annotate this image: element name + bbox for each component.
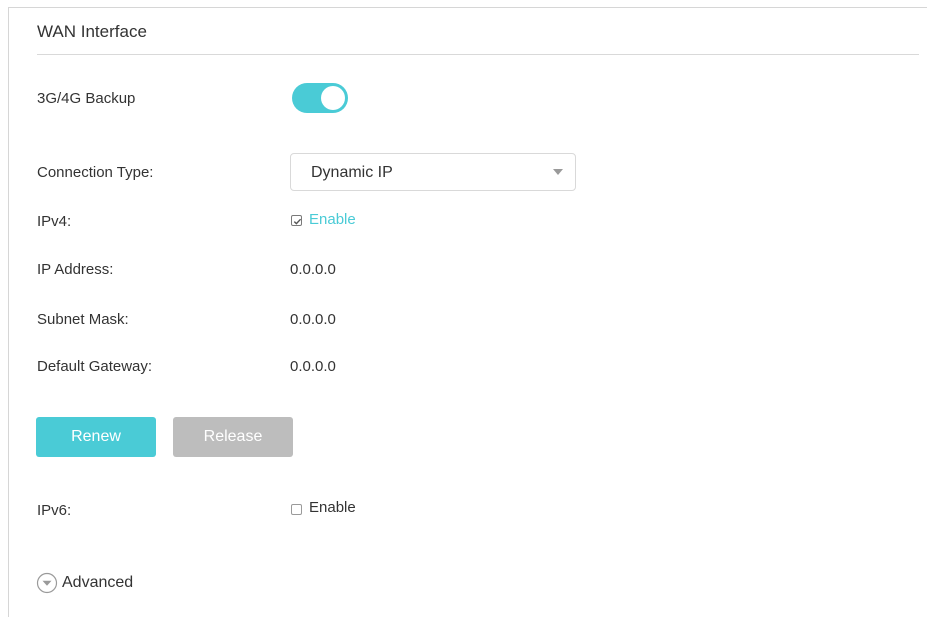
ipv4-label: IPv4: (37, 213, 72, 230)
toggle-knob (321, 86, 345, 110)
advanced-toggle[interactable]: Advanced (36, 572, 133, 594)
ipv6-enable-label: Enable (309, 499, 356, 516)
renew-button[interactable]: Renew (36, 417, 156, 457)
wan-panel (8, 7, 927, 617)
backup-toggle[interactable] (292, 83, 348, 113)
connection-type-select[interactable]: Dynamic IP (290, 153, 576, 191)
checkbox-unchecked-icon (291, 504, 302, 515)
ipv4-enable-checkbox[interactable]: Enable (291, 211, 356, 229)
ipv6-enable-checkbox[interactable]: Enable (291, 499, 356, 517)
ip-address-label: IP Address: (37, 261, 114, 278)
ip-address-value: 0.0.0.0 (290, 261, 336, 278)
advanced-label: Advanced (62, 574, 134, 591)
checkbox-checked-icon (291, 214, 302, 226)
circle-chevron-down-icon (36, 572, 58, 594)
subnet-mask-value: 0.0.0.0 (290, 311, 336, 328)
ipv6-label: IPv6: (37, 502, 72, 519)
release-button[interactable]: Release (173, 417, 293, 457)
ipv4-enable-label: Enable (309, 211, 356, 228)
chevron-down-icon (553, 169, 563, 175)
connection-type-value: Dynamic IP (311, 164, 393, 181)
backup-label: 3G/4G Backup (37, 90, 136, 107)
default-gateway-value: 0.0.0.0 (290, 358, 336, 375)
default-gateway-label: Default Gateway: (37, 358, 153, 375)
connection-type-label: Connection Type: (37, 164, 154, 181)
divider (37, 54, 919, 55)
subnet-mask-label: Subnet Mask: (37, 311, 129, 328)
section-title: WAN Interface (37, 22, 147, 41)
